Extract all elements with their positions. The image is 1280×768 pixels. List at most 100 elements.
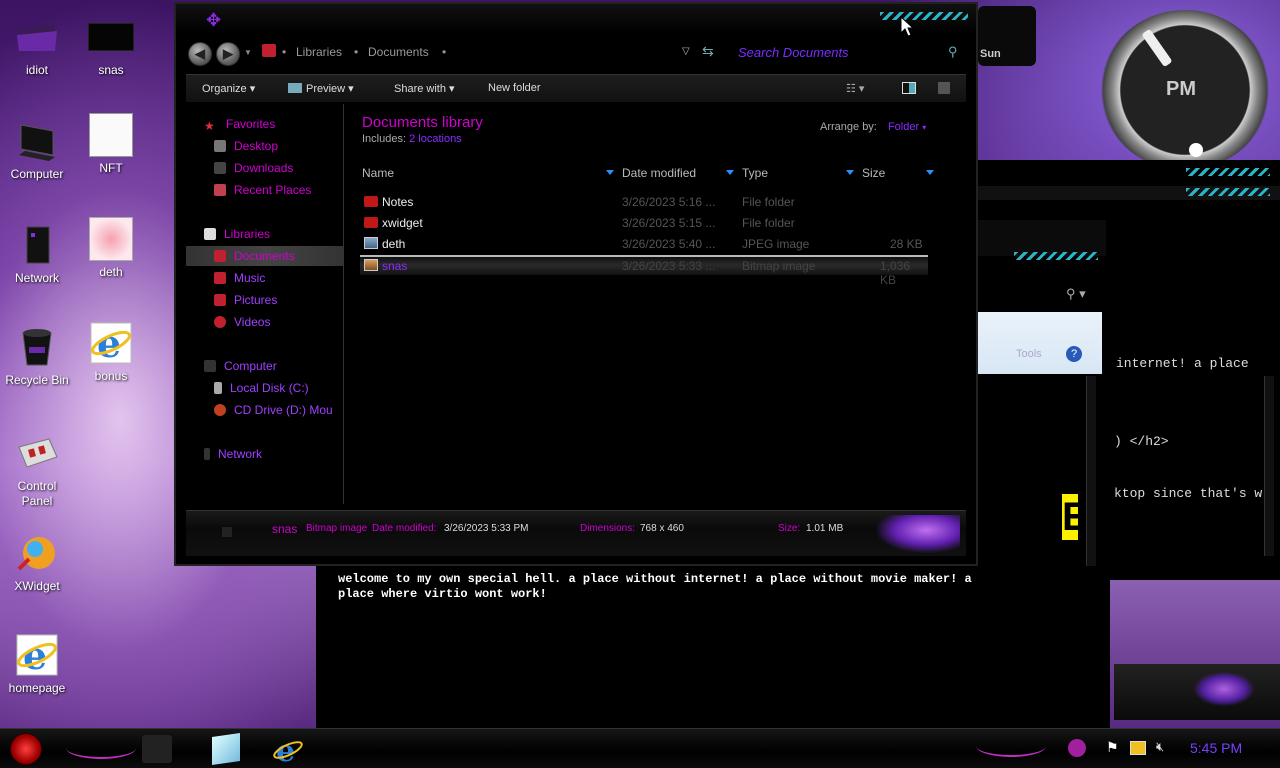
nav-pictures[interactable]: Pictures (186, 290, 343, 310)
sort-chevron-icon[interactable] (606, 170, 614, 175)
start-button[interactable] (10, 733, 42, 765)
desktop-icon-network[interactable]: Network (0, 222, 74, 286)
explorer-window[interactable]: ✥ ◀ ▶ ▼ • Libraries • Documents • ▽ ⇆ Se… (174, 2, 978, 566)
network-tray-icon[interactable] (1130, 741, 1146, 755)
desktop-icon-recycle-bin[interactable]: Recycle Bin (0, 324, 74, 388)
search-icon[interactable]: ⚲ ▾ (1066, 286, 1086, 302)
view-options-icon[interactable]: ☷ ▾ (846, 82, 864, 95)
window-logo-icon: ✥ (206, 10, 222, 30)
file-row-xwidget[interactable]: xwidget 3/26/2023 5:15 ... File folder (360, 213, 928, 233)
star-icon: ★ (204, 119, 215, 133)
svg-text:e: e (23, 633, 47, 677)
desktop-icon-bonus[interactable]: e bonus (74, 320, 148, 384)
help-icon[interactable] (938, 82, 950, 94)
action-center-flag-icon[interactable]: ⚑ (1106, 739, 1119, 756)
taskbar-swirl-decoration (66, 737, 136, 759)
nav-cd-drive[interactable]: CD Drive (D:) Mou (186, 400, 343, 420)
nav-local-disk[interactable]: Local Disk (C:) (186, 378, 343, 398)
desktop-icon-label: XWidget (14, 579, 60, 593)
share-with-button[interactable]: Share with ▾ (394, 82, 455, 95)
details-thumbnail-icon (222, 527, 232, 537)
recent-pages-chevron-icon[interactable]: ▼ (244, 48, 252, 57)
organize-button[interactable]: Organize ▾ (202, 82, 255, 95)
sort-chevron-icon[interactable] (846, 170, 854, 175)
file-row-deth[interactable]: deth 3/26/2023 5:40 ... JPEG image 28 KB (360, 234, 928, 254)
includes-locations-link[interactable]: 2 locations (409, 133, 462, 145)
column-header-date[interactable]: Date modified (622, 166, 696, 180)
scrollbar[interactable] (1264, 376, 1274, 556)
notepad-window[interactable]: welcome to my own special hell. a place … (316, 566, 1110, 730)
details-type: Bitmap image (306, 523, 368, 534)
address-dropdown-icon[interactable]: ▽ (682, 46, 690, 57)
bitmap-image-icon (364, 259, 378, 271)
sort-chevron-icon[interactable] (726, 170, 734, 175)
breadcrumb-documents[interactable]: Documents (368, 45, 429, 59)
desktop-icon-homepage[interactable]: e homepage (0, 632, 74, 696)
nav-libraries[interactable]: Libraries (186, 224, 343, 244)
calendar-gadget[interactable]: Sun (978, 6, 1036, 66)
nav-videos[interactable]: Videos (186, 312, 343, 332)
desktop-icon-computer[interactable]: Computer (0, 118, 74, 182)
desktop-icon-label: NFT (99, 161, 123, 175)
code-line-1: internet! a place (1116, 356, 1249, 371)
taskbar-notepad-button[interactable] (212, 733, 240, 765)
internet-explorer-icon: e (14, 632, 60, 678)
desktop-icon-snas[interactable]: snas (74, 14, 148, 78)
library-title: Documents library (362, 114, 483, 131)
music-icon (214, 272, 226, 284)
nav-music[interactable]: Music (186, 268, 343, 288)
refresh-icon[interactable]: ⇆ (702, 43, 714, 60)
skull-icon[interactable] (1068, 739, 1086, 757)
search-input[interactable]: Search Documents (738, 45, 849, 60)
sort-chevron-icon[interactable] (926, 170, 934, 175)
preview-pane-icon[interactable] (902, 82, 916, 94)
forward-button[interactable]: ▶ (216, 42, 240, 66)
nav-computer[interactable]: Computer (186, 356, 343, 376)
tools-menu[interactable]: Tools (1016, 348, 1042, 360)
arrange-by[interactable]: Arrange by: Folder ▾ (820, 121, 926, 133)
scrollbar[interactable] (1086, 376, 1096, 580)
column-header-type[interactable]: Type (742, 166, 768, 180)
desktop-icon-control-panel[interactable]: Control Panel (0, 430, 74, 509)
taskbar-clock[interactable]: 5:45 PM (1190, 740, 1242, 756)
nav-recent-places[interactable]: Recent Places (186, 180, 343, 200)
file-row-snas[interactable]: snas 3/26/2023 5:33 ... Bitmap image 1,0… (360, 255, 928, 287)
nav-network[interactable]: Network (186, 444, 343, 464)
background-browser-window[interactable]: ⚲ ▾ Tools ? internet! a place ) </h2> kt… (978, 160, 1280, 580)
clock-gadget[interactable]: PM (1100, 10, 1270, 170)
image-thumbnail-icon (88, 14, 134, 60)
taskbar-explorer-button[interactable] (142, 735, 172, 763)
pictures-icon (214, 294, 226, 306)
nav-favorites[interactable]: ★ Favorites (186, 114, 343, 134)
column-header-size[interactable]: Size (862, 166, 885, 180)
preview-button[interactable]: Preview ▾ (288, 82, 354, 95)
desktop-icon-idiot[interactable]: idiot (0, 14, 74, 78)
library-icon (262, 44, 276, 57)
volume-muted-icon[interactable]: 🔇︎ (1156, 739, 1164, 755)
desktop-icon-xwidget[interactable]: XWidget (0, 530, 74, 594)
butterfly-thumbnail (1114, 664, 1280, 720)
desktop-icon-label: Control Panel (17, 479, 57, 508)
navigation-pane: ★ Favorites Desktop Downloads Recent Plac… (186, 104, 344, 504)
control-panel-icon (14, 430, 60, 476)
editor-text[interactable]: welcome to my own special hell. a place … (338, 572, 1098, 602)
help-icon[interactable]: ? (1066, 346, 1082, 362)
breadcrumb-libraries[interactable]: Libraries (296, 45, 342, 59)
details-date-label: Date modified: (372, 523, 437, 534)
clock-ampm: PM (1166, 78, 1196, 100)
desktop-icon-nft[interactable]: NFT (74, 112, 148, 176)
desktop-icon-label: Recycle Bin (5, 373, 69, 387)
column-header-name[interactable]: Name (362, 166, 394, 180)
new-folder-button[interactable]: New folder (488, 82, 541, 94)
taskbar-internet-explorer-icon[interactable]: e (272, 733, 304, 768)
back-button[interactable]: ◀ (188, 42, 212, 66)
nav-desktop[interactable]: Desktop (186, 136, 343, 156)
desktop-icon-label: homepage (8, 681, 66, 695)
desktop-icon-deth[interactable]: deth (74, 216, 148, 280)
folder-icon (364, 196, 378, 207)
file-row-notes[interactable]: Notes 3/26/2023 5:16 ... File folder (360, 192, 928, 212)
nav-documents[interactable]: Documents (186, 246, 343, 266)
title-bar[interactable] (176, 4, 976, 34)
nav-downloads[interactable]: Downloads (186, 158, 343, 178)
search-icon[interactable]: ⚲ (948, 44, 958, 60)
